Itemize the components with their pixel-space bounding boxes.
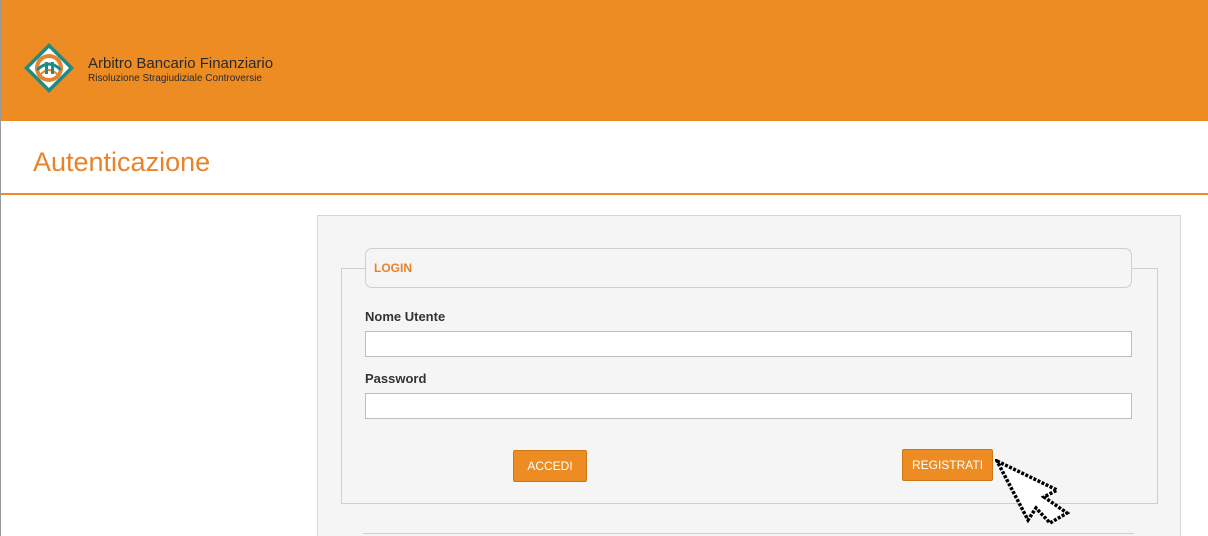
login-legend: LOGIN	[365, 248, 1132, 288]
password-input[interactable]	[365, 393, 1132, 419]
brand-subtitle: Risoluzione Stragiudiziale Controversie	[88, 73, 262, 84]
lower-panel-edge	[363, 533, 1134, 534]
title-divider	[1, 193, 1208, 195]
brand-title: Arbitro Bancario Finanziario	[88, 55, 274, 72]
header-banner: Arbitro Bancario Finanziario Risoluzione…	[1, 0, 1208, 121]
mouse-pointer-icon	[995, 459, 1071, 526]
abf-logo-icon	[24, 43, 74, 93]
username-input[interactable]	[365, 331, 1132, 357]
page-title: Autenticazione	[33, 147, 211, 177]
accedi-button[interactable]: ACCEDI	[513, 450, 587, 482]
registrati-button[interactable]: REGISTRATI	[902, 449, 993, 481]
page: Arbitro Bancario Finanziario Risoluzione…	[0, 0, 1208, 536]
username-label: Nome Utente	[365, 309, 446, 324]
login-legend-label: LOGIN	[374, 261, 412, 275]
password-label: Password	[365, 371, 427, 386]
